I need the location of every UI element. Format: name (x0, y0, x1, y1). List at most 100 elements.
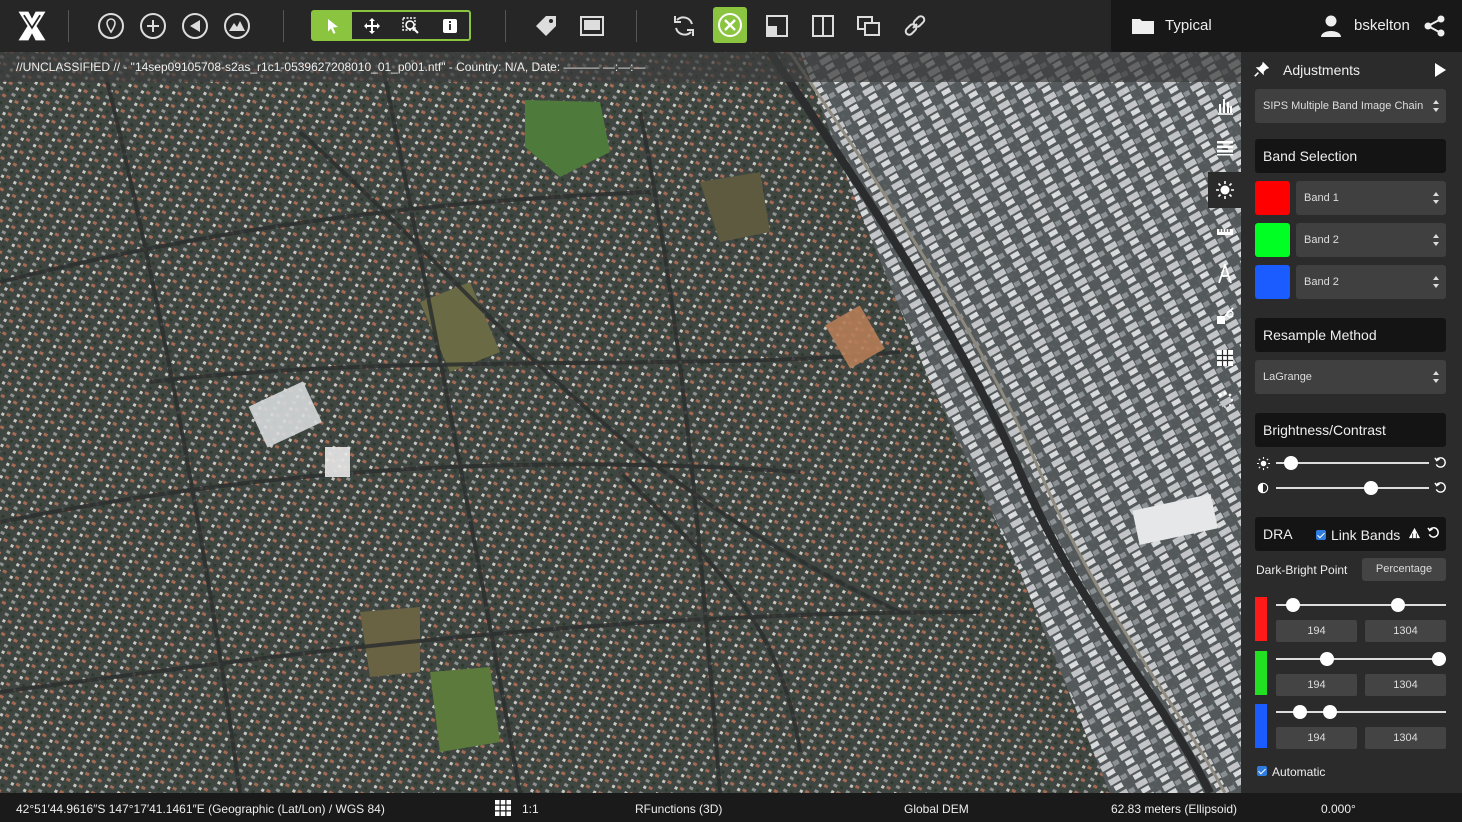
contrast-slider-handle[interactable] (1363, 481, 1378, 495)
brightness-icon (1257, 457, 1271, 471)
satellite-imagery (0, 52, 1241, 793)
link-icon[interactable] (897, 8, 933, 44)
dra-green-low-value[interactable]: 194 (1276, 674, 1357, 696)
sync-rotate-icon[interactable] (666, 8, 702, 44)
workspace-folder-label[interactable]: Typical (1165, 17, 1212, 34)
select-arrows-icon (1433, 371, 1439, 383)
adjustments-panel: Adjustments SIPS Multiple Band Image Cha… (1241, 52, 1462, 793)
dra-blue-channel-bar (1255, 704, 1267, 748)
brightness-slider-handle[interactable] (1284, 456, 1299, 470)
toolbar-divider (505, 10, 506, 42)
select-arrows-icon (1433, 276, 1439, 288)
blue-band-value: Band 2 (1304, 276, 1339, 288)
grid-scale-icon[interactable] (495, 800, 511, 816)
image-chain-value: SIPS Multiple Band Image Chain (1263, 100, 1424, 112)
loading-spinner-icon[interactable] (1208, 382, 1241, 418)
contrast-slider-track[interactable] (1276, 487, 1429, 489)
histogram-icon[interactable] (1208, 88, 1241, 124)
swipe-layout-icon[interactable] (759, 8, 795, 44)
dra-green-slider-track[interactable] (1276, 658, 1446, 660)
placemark-icon[interactable] (93, 8, 129, 44)
panel-title: Adjustments (1283, 62, 1361, 78)
reset-contrast-icon[interactable] (1434, 481, 1448, 495)
blue-band-select[interactable]: Band 2 (1296, 265, 1446, 299)
layers-list-icon[interactable] (1208, 130, 1241, 166)
green-band-select[interactable]: Band 2 (1296, 223, 1446, 257)
toolbar-divider (636, 10, 637, 42)
text-annotation-icon[interactable] (1208, 256, 1241, 292)
zoom-scale[interactable]: 1:1 (522, 802, 539, 816)
select-pointer-icon[interactable] (313, 12, 352, 39)
pan-move-icon[interactable] (352, 12, 391, 39)
add-icon[interactable] (135, 8, 171, 44)
resample-method-header: Resample Method (1255, 318, 1446, 352)
overlay-windows-icon[interactable] (851, 8, 887, 44)
dark-bright-point-label: Dark-Bright Point (1256, 563, 1348, 577)
dra-green-channel-bar (1255, 651, 1267, 695)
select-arrows-icon (1433, 100, 1439, 112)
select-arrows-icon (1433, 234, 1439, 246)
dra-blue-high-value[interactable]: 1304 (1365, 727, 1446, 749)
clear-overlay-icon[interactable] (713, 7, 747, 43)
user-avatar-icon[interactable] (1313, 8, 1349, 44)
red-band-swatch (1255, 181, 1290, 215)
folder-icon[interactable] (1125, 8, 1161, 44)
resample-method-select[interactable]: LaGrange (1255, 360, 1446, 394)
navigate-icon[interactable] (177, 8, 213, 44)
dra-mode-button[interactable]: Percentage (1362, 558, 1446, 581)
terrain-icon[interactable] (219, 8, 255, 44)
red-band-select[interactable]: Band 1 (1296, 181, 1446, 215)
ground-sample-distance: 62.83 meters (Ellipsoid) (1111, 802, 1238, 816)
dra-red-low-handle[interactable] (1286, 598, 1300, 612)
screen-display-icon[interactable] (574, 8, 610, 44)
image-chain-select[interactable]: SIPS Multiple Band Image Chain (1255, 89, 1446, 123)
dra-red-high-handle[interactable] (1391, 598, 1406, 612)
shapes-draw-icon[interactable] (1208, 298, 1241, 334)
brightness-contrast-header: Brightness/Contrast (1255, 413, 1446, 447)
automatic-checkbox[interactable] (1257, 766, 1267, 776)
map-rotation: 0.000° (1321, 802, 1356, 816)
link-bands-label: Link Bands (1331, 527, 1401, 543)
map-tool-strip (1208, 82, 1241, 412)
reset-brightness-icon[interactable] (1434, 456, 1448, 470)
elevation-source[interactable]: Global DEM (904, 802, 969, 816)
dra-green-high-value[interactable]: 1304 (1365, 674, 1446, 696)
tag-icon[interactable] (528, 8, 564, 44)
imagery-map-view[interactable] (0, 52, 1241, 793)
automatic-label: Automatic (1272, 765, 1326, 779)
blue-band-swatch (1255, 265, 1290, 299)
projection-mode[interactable]: RFunctions (3D) (635, 802, 722, 816)
select-arrows-icon (1433, 192, 1439, 204)
share-icon[interactable] (1417, 8, 1453, 44)
dra-red-high-value[interactable]: 1304 (1365, 620, 1446, 642)
app-logo-icon[interactable] (12, 6, 52, 46)
dra-label: DRA (1263, 526, 1293, 542)
dra-blue-low-value[interactable]: 194 (1276, 727, 1357, 749)
brightness-slider-track[interactable] (1276, 462, 1429, 464)
zoom-region-icon[interactable] (391, 12, 430, 39)
pin-icon[interactable] (1253, 60, 1273, 80)
dra-green-high-handle[interactable] (1432, 652, 1446, 666)
resample-method-value: LaGrange (1263, 371, 1312, 383)
status-bar: 42°51′44.9616″S 147°17′41.1461″E (Geogra… (0, 793, 1462, 822)
cursor-coordinates: 42°51′44.9616″S 147°17′41.1461″E (Geogra… (16, 802, 385, 816)
split-view-icon[interactable] (805, 8, 841, 44)
grid-table-icon[interactable] (1208, 340, 1241, 376)
dra-blue-low-handle[interactable] (1292, 705, 1307, 719)
dra-green-low-handle[interactable] (1320, 652, 1334, 666)
username-label[interactable]: bskelton (1354, 17, 1410, 34)
dra-red-slider-track[interactable] (1276, 604, 1446, 606)
dra-histogram-icon[interactable] (1408, 526, 1422, 540)
brightness-adjust-icon[interactable] (1208, 172, 1241, 208)
link-bands-checkbox[interactable] (1316, 530, 1326, 540)
top-toolbar: Typical bskelton (0, 0, 1462, 52)
info-icon[interactable] (430, 12, 469, 39)
dra-blue-high-handle[interactable] (1323, 705, 1338, 719)
dra-red-low-value[interactable]: 194 (1276, 620, 1357, 642)
reset-dra-icon[interactable] (1427, 526, 1441, 540)
dra-red-channel-bar (1255, 597, 1267, 641)
image-classification-title: //UNCLASSIFIED // - "14sep09105708-s2as_… (16, 60, 646, 74)
panel-collapse-icon[interactable] (1433, 62, 1447, 78)
red-band-value: Band 1 (1304, 192, 1339, 204)
measure-ruler-icon[interactable] (1208, 214, 1241, 250)
